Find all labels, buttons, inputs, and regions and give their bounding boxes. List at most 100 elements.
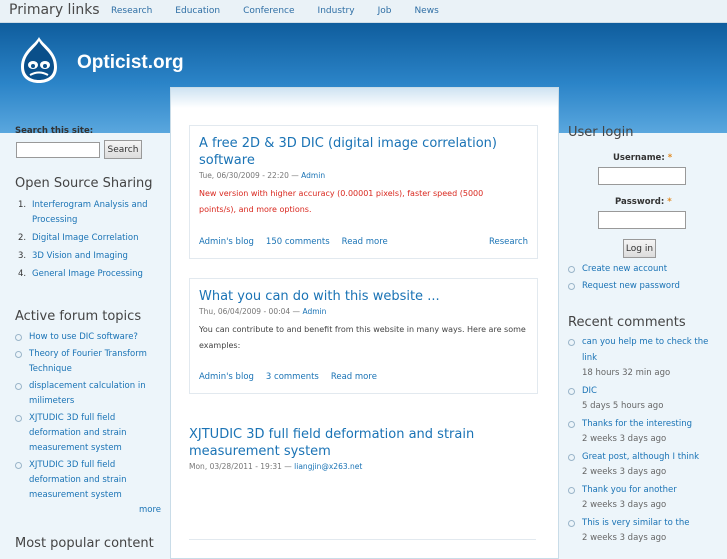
list-item[interactable]: 4. General Image Processing (18, 267, 152, 282)
comment-time: 2 weeks 3 days ago (582, 434, 667, 444)
bullet-icon (568, 283, 575, 290)
comment-time: 2 weeks 3 days ago (582, 533, 667, 543)
node-author[interactable]: Admin (301, 171, 325, 180)
recent-comments-title: Recent comments (568, 315, 686, 330)
list-item[interactable]: Great post, although I think 2 weeks 3 da… (568, 450, 713, 481)
comment-link[interactable]: Thanks for the interesting (582, 419, 692, 429)
username-label: Username: * (613, 153, 673, 163)
list-item[interactable]: can you help me to check the link 18 hour… (568, 335, 713, 382)
list-item[interactable]: DIC 5 days 5 hours ago (568, 384, 713, 415)
comment-time: 18 hours 32 min ago (582, 368, 671, 378)
forum-topic-link[interactable]: XJTUDIC 3D full field deformation and st… (29, 413, 127, 453)
divider (189, 539, 536, 540)
list-item[interactable]: Thank you for another 2 weeks 3 days ago (568, 483, 713, 514)
bullet-icon (15, 415, 22, 422)
node-title[interactable]: A free 2D & 3D DIC (digital image correl… (199, 135, 519, 169)
search-label: Search this site: (15, 126, 94, 136)
primary-links-title: Primary links (9, 2, 100, 18)
password-input[interactable] (598, 211, 686, 229)
search-input[interactable] (16, 142, 100, 158)
comment-link[interactable]: This is very similar to the (582, 518, 689, 528)
bullet-icon (15, 334, 22, 341)
comment-time: 2 weeks 3 days ago (582, 500, 667, 510)
list-item[interactable]: XJTUDIC 3D full field deformation and st… (15, 411, 155, 456)
bullet-icon (568, 387, 575, 395)
list-item[interactable]: Thanks for the interesting 2 weeks 3 days… (568, 417, 713, 448)
open-source-link[interactable]: Interferogram Analysis and Processing (32, 200, 147, 225)
site-name[interactable]: Opticist.org (77, 52, 184, 74)
open-source-link[interactable]: General Image Processing (32, 269, 143, 279)
forum-list: How to use DIC software? Theory of Fouri… (15, 330, 155, 505)
list-item[interactable]: XJTUDIC 3D full field deformation and st… (15, 458, 155, 503)
open-source-list: 1. Interferogram Analysis and Processing … (18, 198, 152, 285)
node-title[interactable]: What you can do with this website ... (199, 288, 529, 305)
main-content: A free 2D & 3D DIC (digital image correl… (170, 87, 559, 559)
nav-job[interactable]: Job (378, 6, 392, 16)
nav-conference[interactable]: Conference (243, 6, 294, 16)
login-links: Create new account Request new password (568, 262, 718, 296)
read-more-link[interactable]: Read more (342, 237, 388, 247)
comment-link[interactable]: DIC (582, 386, 597, 396)
list-item[interactable]: 3. 3D Vision and Imaging (18, 249, 152, 264)
content-top-gradient (171, 88, 558, 108)
list-item[interactable]: How to use DIC software? (15, 330, 155, 345)
comment-link[interactable]: can you help me to check the link (582, 337, 708, 363)
blog-link[interactable]: Admin's blog (199, 237, 254, 247)
comment-link[interactable]: Thank you for another (582, 485, 677, 495)
taxonomy-term-link[interactable]: Research (489, 237, 528, 247)
blog-link[interactable]: Admin's blog (199, 372, 254, 382)
nav-news[interactable]: News (414, 6, 438, 16)
bullet-icon (15, 462, 22, 469)
node-meta: Thu, 06/04/2009 - 00:04 — Admin (199, 307, 327, 316)
comments-link[interactable]: 3 comments (266, 372, 319, 382)
username-input[interactable] (598, 167, 686, 185)
primary-nav: Research Education Conference Industry Job Ne… (111, 6, 462, 16)
list-item[interactable]: Request new password (568, 279, 718, 294)
bullet-icon (568, 339, 575, 346)
node-teaser: What you can do with this website ... Th… (189, 278, 538, 394)
list-item[interactable]: Theory of Fourier Transform Technique (15, 347, 155, 377)
request-password-link[interactable]: Request new password (582, 281, 680, 291)
nav-industry[interactable]: Industry (318, 6, 355, 16)
bullet-icon (568, 453, 575, 461)
node-author[interactable]: Admin (302, 307, 326, 316)
password-label: Password: * (615, 197, 672, 207)
list-item[interactable]: This is very similar to the 2 weeks 3 day… (568, 516, 713, 547)
comment-time: 5 days 5 hours ago (582, 401, 664, 411)
forum-topic-link[interactable]: XJTUDIC 3D full field deformation and st… (29, 460, 127, 500)
forum-title: Active forum topics (15, 309, 142, 324)
forum-more-link[interactable]: more (139, 505, 161, 515)
open-source-link[interactable]: Digital Image Correlation (32, 233, 138, 243)
list-item[interactable]: displacement calculation in milimeters (15, 379, 155, 409)
bullet-icon (15, 383, 22, 390)
node-body: New version with higher accuracy (0.0000… (199, 189, 484, 214)
list-item[interactable]: 2. Digital Image Correlation (18, 231, 152, 246)
comment-link[interactable]: Great post, although I think (582, 452, 699, 462)
list-item[interactable]: 1. Interferogram Analysis and Processing (18, 198, 152, 228)
drupal-logo-icon[interactable] (15, 35, 63, 85)
bullet-icon (568, 486, 575, 494)
node-author[interactable]: liangjin@x263.net (294, 462, 362, 471)
nav-research[interactable]: Research (111, 6, 152, 16)
nav-education[interactable]: Education (175, 6, 220, 16)
create-account-link[interactable]: Create new account (582, 264, 667, 274)
read-more-link[interactable]: Read more (331, 372, 377, 382)
open-source-link[interactable]: 3D Vision and Imaging (32, 251, 128, 261)
node-teaser: XJTUDIC 3D full field deformation and st… (189, 426, 519, 471)
node-links: Admin's blog 150 comments Read more (199, 237, 400, 247)
node-meta: Mon, 03/28/2011 - 19:31 — liangjin@x263.… (189, 462, 363, 471)
forum-topic-link[interactable]: How to use DIC software? (29, 332, 138, 342)
bullet-icon (568, 519, 575, 527)
comments-link[interactable]: 150 comments (266, 237, 330, 247)
open-source-title: Open Source Sharing (15, 176, 153, 191)
login-button[interactable]: Log in (623, 239, 656, 258)
user-login-title: User login (568, 125, 634, 140)
popular-title: Most popular content (15, 536, 154, 551)
list-item[interactable]: Create new account (568, 262, 718, 277)
node-links: Admin's blog 3 comments Read more (199, 372, 389, 382)
node-meta: Tue, 06/30/2009 - 22:20 — Admin (199, 171, 326, 180)
forum-topic-link[interactable]: Theory of Fourier Transform Technique (29, 349, 147, 374)
search-button[interactable]: Search (104, 140, 142, 159)
forum-topic-link[interactable]: displacement calculation in milimeters (29, 381, 146, 406)
node-title[interactable]: XJTUDIC 3D full field deformation and st… (189, 426, 519, 460)
